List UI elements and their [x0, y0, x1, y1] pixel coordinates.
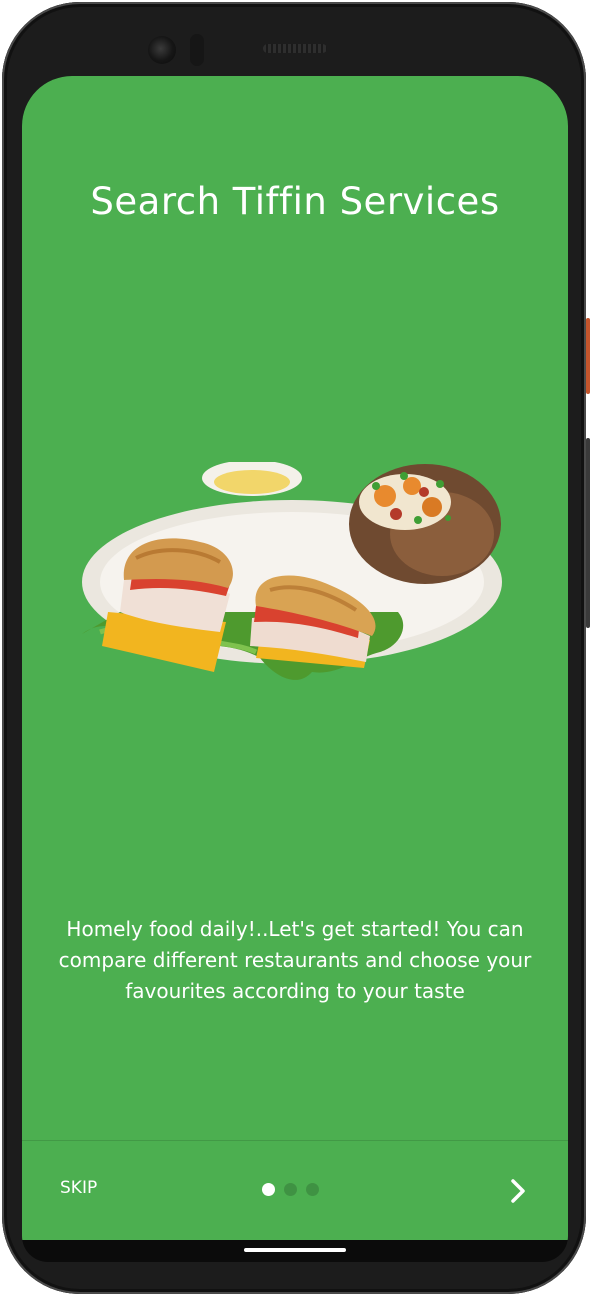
page-dot-2[interactable]: [284, 1183, 297, 1196]
front-camera: [148, 36, 176, 64]
volume-button: [586, 438, 590, 628]
page-title: Search Tiffin Services: [90, 180, 500, 223]
sauce: [214, 470, 290, 494]
power-button: [586, 318, 590, 394]
page-indicator: [262, 1183, 319, 1197]
proximity-sensor: [190, 34, 204, 66]
phone-frame: Search Tiffin Services Homely food daily…: [0, 0, 590, 1298]
footer-divider: [22, 1140, 568, 1141]
chevron-right-icon: [511, 1179, 525, 1203]
bacon-topping: [419, 487, 429, 497]
chive-topping: [445, 515, 451, 521]
chive-topping: [372, 482, 380, 490]
chive-topping: [436, 480, 444, 488]
cheese-topping: [422, 497, 442, 517]
onboarding-description: Homely food daily!..Let's get started! Y…: [58, 917, 532, 1003]
screen: Search Tiffin Services Homely food daily…: [22, 76, 568, 1262]
page-dot-1[interactable]: [262, 1183, 275, 1196]
bacon-topping: [390, 508, 402, 520]
page-dot-3[interactable]: [306, 1183, 319, 1196]
gesture-bar[interactable]: [244, 1248, 346, 1252]
earpiece-speaker: [263, 44, 327, 53]
food-plate-image: [82, 462, 502, 680]
cheese-topping: [403, 477, 421, 495]
chive-topping: [400, 472, 408, 480]
onboarding-screen: Search Tiffin Services Homely food daily…: [22, 76, 568, 1240]
next-button[interactable]: [500, 1170, 536, 1212]
skip-button[interactable]: SKIP: [46, 1170, 111, 1206]
chive-topping: [414, 516, 422, 524]
